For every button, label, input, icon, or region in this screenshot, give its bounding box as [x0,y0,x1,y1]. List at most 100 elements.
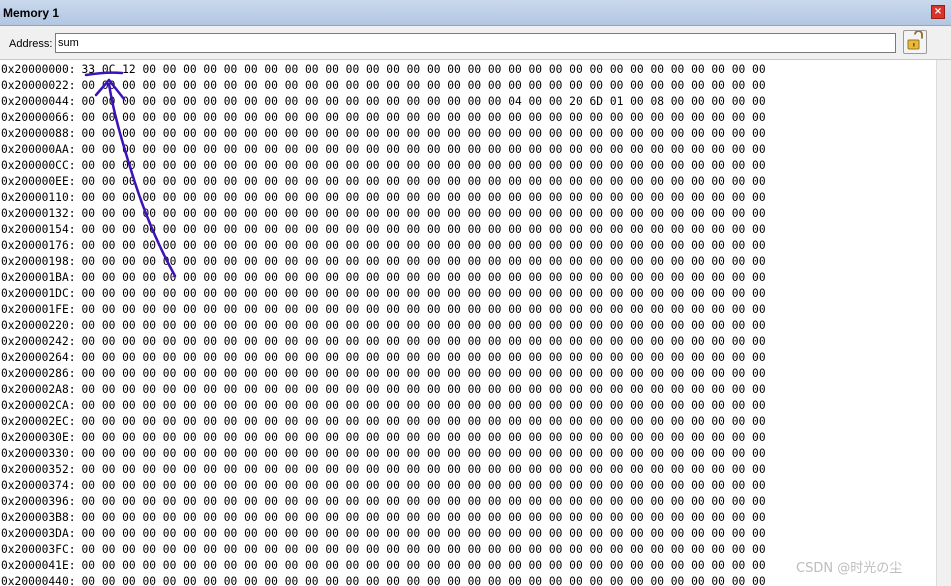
memory-address: 0x20000330: [1,447,76,460]
window-title-bar: Memory 1 × [0,0,951,26]
memory-row[interactable]: 0x200003DA: 00 00 00 00 00 00 00 00 00 00… [1,526,766,542]
memory-row[interactable]: 0x20000154: 00 00 00 00 00 00 00 00 00 00… [1,222,766,238]
memory-row[interactable]: 0x20000176: 00 00 00 00 00 00 00 00 00 00… [1,238,766,254]
memory-bytes[interactable]: 00 00 00 00 00 00 00 00 00 00 00 00 00 0… [82,78,766,94]
memory-row[interactable]: 0x20000000: 33 0C 12 00 00 00 00 00 00 00… [1,62,766,78]
memory-bytes[interactable]: 00 00 00 00 00 00 00 00 00 00 00 00 00 0… [82,318,766,334]
memory-address: 0x200000CC: [1,159,76,172]
memory-row[interactable]: 0x2000041E: 00 00 00 00 00 00 00 00 00 00… [1,558,766,574]
memory-row[interactable]: 0x200003FC: 00 00 00 00 00 00 00 00 00 00… [1,542,766,558]
memory-bytes[interactable]: 00 00 00 00 00 00 00 00 00 00 00 00 00 0… [82,414,766,430]
memory-bytes[interactable]: 00 00 00 00 00 00 00 00 00 00 00 00 00 0… [82,558,766,574]
memory-address: 0x20000242: [1,335,76,348]
memory-bytes[interactable]: 00 00 00 00 00 00 00 00 00 00 00 00 00 0… [82,350,766,366]
memory-address: 0x20000044: [1,95,76,108]
memory-row[interactable]: 0x200001BA: 00 00 00 00 00 00 00 00 00 00… [1,270,766,286]
memory-address: 0x20000396: [1,495,76,508]
memory-row[interactable]: 0x20000132: 00 00 00 00 00 00 00 00 00 00… [1,206,766,222]
memory-row[interactable]: 0x2000030E: 00 00 00 00 00 00 00 00 00 00… [1,430,766,446]
close-icon: × [933,6,943,17]
memory-view[interactable]: 0x20000000: 33 0C 12 00 00 00 00 00 00 00… [0,60,936,586]
vertical-scrollbar[interactable] [936,60,951,586]
memory-bytes[interactable]: 00 00 00 00 00 00 00 00 00 00 00 00 00 0… [82,398,766,414]
memory-bytes[interactable]: 33 0C 12 00 00 00 00 00 00 00 00 00 00 0… [82,62,766,78]
memory-row[interactable]: 0x20000396: 00 00 00 00 00 00 00 00 00 00… [1,494,766,510]
memory-bytes[interactable]: 00 00 00 00 00 00 00 00 00 00 00 00 00 0… [82,158,766,174]
memory-bytes[interactable]: 00 00 00 00 00 00 00 00 00 00 00 00 00 0… [82,126,766,142]
memory-row[interactable]: 0x20000088: 00 00 00 00 00 00 00 00 00 00… [1,126,766,142]
memory-bytes[interactable]: 00 00 00 00 00 00 00 00 00 00 00 00 00 0… [82,94,766,110]
memory-address: 0x200002CA: [1,399,76,412]
memory-row[interactable]: 0x20000110: 00 00 00 00 00 00 00 00 00 00… [1,190,766,206]
memory-address: 0x200003FC: [1,543,76,556]
memory-row[interactable]: 0x20000198: 00 00 00 00 00 00 00 00 00 00… [1,254,766,270]
memory-bytes[interactable]: 00 00 00 00 00 00 00 00 00 00 00 00 00 0… [82,206,766,222]
memory-row[interactable]: 0x200003B8: 00 00 00 00 00 00 00 00 00 00… [1,510,766,526]
memory-row[interactable]: 0x20000286: 00 00 00 00 00 00 00 00 00 00… [1,366,766,382]
memory-bytes[interactable]: 00 00 00 00 00 00 00 00 00 00 00 00 00 0… [82,110,766,126]
memory-address: 0x20000286: [1,367,76,380]
memory-bytes[interactable]: 00 00 00 00 00 00 00 00 00 00 00 00 00 0… [82,478,766,494]
memory-row[interactable]: 0x20000440: 00 00 00 00 00 00 00 00 00 00… [1,574,766,586]
memory-address: 0x200000EE: [1,175,76,188]
memory-bytes[interactable]: 00 00 00 00 00 00 00 00 00 00 00 00 00 0… [82,142,766,158]
memory-row[interactable]: 0x20000374: 00 00 00 00 00 00 00 00 00 00… [1,478,766,494]
lock-toggle-button[interactable] [903,30,927,54]
memory-bytes[interactable]: 00 00 00 00 00 00 00 00 00 00 00 00 00 0… [82,254,766,270]
memory-bytes[interactable]: 00 00 00 00 00 00 00 00 00 00 00 00 00 0… [82,286,766,302]
memory-address: 0x20000066: [1,111,76,124]
memory-row[interactable]: 0x20000352: 00 00 00 00 00 00 00 00 00 00… [1,462,766,478]
address-input[interactable] [55,33,896,53]
memory-row[interactable]: 0x20000022: 00 00 00 00 00 00 00 00 00 00… [1,78,766,94]
address-label: Address: [9,38,53,50]
memory-bytes[interactable]: 00 00 00 00 00 00 00 00 00 00 00 00 00 0… [82,190,766,206]
close-button[interactable]: × [931,5,945,19]
memory-address: 0x200000AA: [1,143,76,156]
memory-address: 0x20000374: [1,479,76,492]
memory-address: 0x20000110: [1,191,76,204]
memory-row[interactable]: 0x20000044: 00 00 00 00 00 00 00 00 00 00… [1,94,766,110]
memory-row[interactable]: 0x200001FE: 00 00 00 00 00 00 00 00 00 00… [1,302,766,318]
memory-bytes[interactable]: 00 00 00 00 00 00 00 00 00 00 00 00 00 0… [82,302,766,318]
memory-row[interactable]: 0x200000AA: 00 00 00 00 00 00 00 00 00 00… [1,142,766,158]
memory-bytes[interactable]: 00 00 00 00 00 00 00 00 00 00 00 00 00 0… [82,222,766,238]
memory-bytes[interactable]: 00 00 00 00 00 00 00 00 00 00 00 00 00 0… [82,366,766,382]
memory-bytes[interactable]: 00 00 00 00 00 00 00 00 00 00 00 00 00 0… [82,238,766,254]
memory-address: 0x20000264: [1,351,76,364]
memory-address: 0x20000022: [1,79,76,92]
memory-address: 0x200003B8: [1,511,76,524]
memory-bytes[interactable]: 00 00 00 00 00 00 00 00 00 00 00 00 00 0… [82,526,766,542]
memory-address: 0x20000154: [1,223,76,236]
memory-row[interactable]: 0x20000242: 00 00 00 00 00 00 00 00 00 00… [1,334,766,350]
memory-address: 0x20000132: [1,207,76,220]
memory-row[interactable]: 0x200002A8: 00 00 00 00 00 00 00 00 00 00… [1,382,766,398]
memory-row[interactable]: 0x200002EC: 00 00 00 00 00 00 00 00 00 00… [1,414,766,430]
memory-bytes[interactable]: 00 00 00 00 00 00 00 00 00 00 00 00 00 0… [82,334,766,350]
memory-bytes[interactable]: 00 00 00 00 00 00 00 00 00 00 00 00 00 0… [82,542,766,558]
memory-bytes[interactable]: 00 00 00 00 00 00 00 00 00 00 00 00 00 0… [82,446,766,462]
memory-row[interactable]: 0x20000066: 00 00 00 00 00 00 00 00 00 00… [1,110,766,126]
memory-row[interactable]: 0x200000CC: 00 00 00 00 00 00 00 00 00 00… [1,158,766,174]
window-title: Memory 1 [3,6,60,20]
memory-address: 0x200002A8: [1,383,76,396]
memory-address: 0x2000030E: [1,431,76,444]
memory-row[interactable]: 0x200000EE: 00 00 00 00 00 00 00 00 00 00… [1,174,766,190]
memory-bytes[interactable]: 00 00 00 00 00 00 00 00 00 00 00 00 00 0… [82,574,766,586]
memory-row[interactable]: 0x200002CA: 00 00 00 00 00 00 00 00 00 00… [1,398,766,414]
memory-bytes[interactable]: 00 00 00 00 00 00 00 00 00 00 00 00 00 0… [82,462,766,478]
memory-bytes[interactable]: 00 00 00 00 00 00 00 00 00 00 00 00 00 0… [82,494,766,510]
memory-bytes[interactable]: 00 00 00 00 00 00 00 00 00 00 00 00 00 0… [82,510,766,526]
memory-row[interactable]: 0x20000330: 00 00 00 00 00 00 00 00 00 00… [1,446,766,462]
memory-bytes[interactable]: 00 00 00 00 00 00 00 00 00 00 00 00 00 0… [82,174,766,190]
memory-bytes[interactable]: 00 00 00 00 00 00 00 00 00 00 00 00 00 0… [82,382,766,398]
memory-address: 0x20000000: [1,63,76,76]
memory-row[interactable]: 0x20000220: 00 00 00 00 00 00 00 00 00 00… [1,318,766,334]
memory-row[interactable]: 0x200001DC: 00 00 00 00 00 00 00 00 00 00… [1,286,766,302]
unlock-icon [907,30,923,50]
memory-bytes[interactable]: 00 00 00 00 00 00 00 00 00 00 00 00 00 0… [82,430,766,446]
memory-address: 0x20000440: [1,575,76,586]
memory-address: 0x20000198: [1,255,76,268]
memory-row[interactable]: 0x20000264: 00 00 00 00 00 00 00 00 00 00… [1,350,766,366]
memory-bytes[interactable]: 00 00 00 00 00 00 00 00 00 00 00 00 00 0… [82,270,766,286]
memory-address: 0x20000176: [1,239,76,252]
